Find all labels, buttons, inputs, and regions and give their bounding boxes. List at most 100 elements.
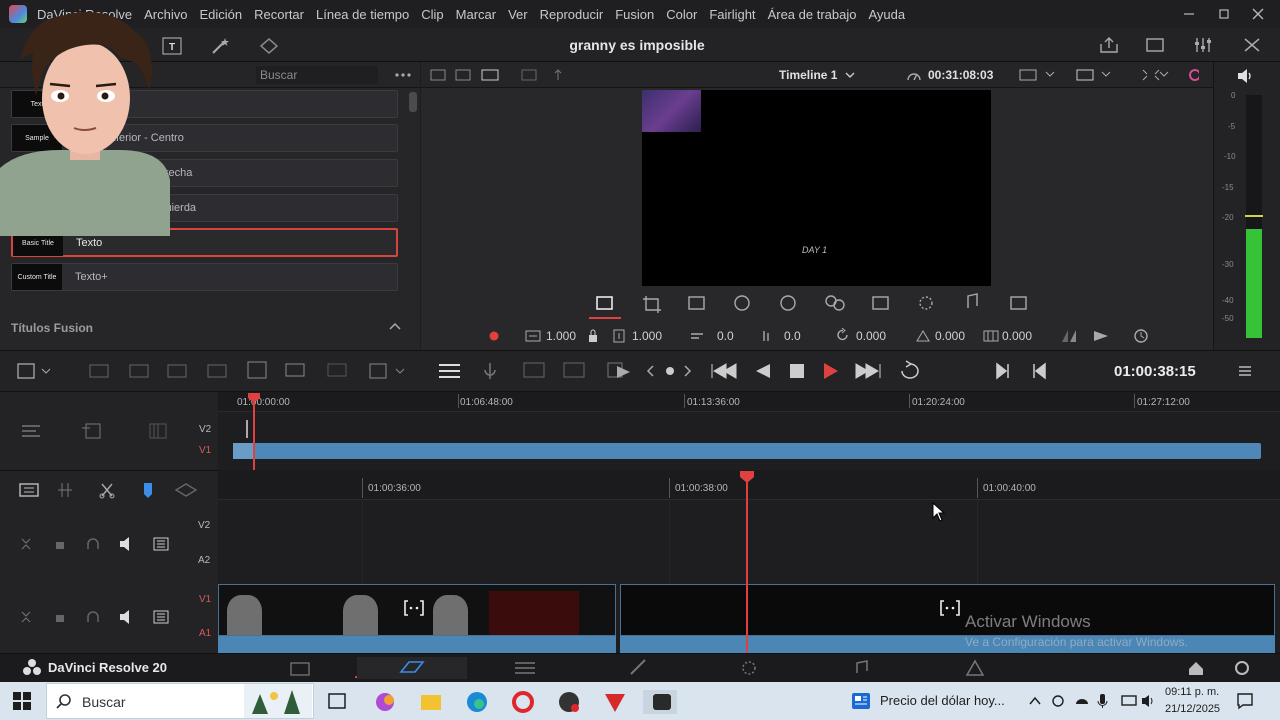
hamburger-menu-icon[interactable] [1237, 364, 1253, 378]
ruler-tick [977, 478, 978, 498]
title-label: Texto [76, 237, 103, 249]
anchor-y-icon [983, 330, 999, 342]
mini-timeline-tools[interactable] [20, 420, 170, 442]
preview-overlay-text: DAY 1 [802, 245, 828, 255]
grid-line [362, 500, 363, 584]
title-item-texto-plus[interactable]: Custom Title Texto+ [11, 263, 398, 291]
speaker-icon[interactable] [1236, 68, 1254, 84]
fusion-titles-section[interactable]: Títulos Fusion [11, 321, 93, 335]
menu-clip[interactable]: Clip [421, 7, 443, 22]
edit-tools[interactable] [14, 360, 414, 382]
news-widget-icon[interactable] [851, 692, 871, 710]
sound-library-icon[interactable] [258, 37, 280, 55]
mini-v1-clip-start[interactable] [233, 443, 253, 459]
menu-edicion[interactable]: Edición [200, 7, 243, 22]
viewer-extra-controls[interactable] [1060, 328, 1160, 344]
track-a2-controls[interactable] [18, 535, 178, 553]
mini-playhead-handle-icon[interactable] [247, 392, 261, 404]
collapse-chevron-icon[interactable] [389, 322, 401, 330]
chevron-down-icon[interactable] [845, 72, 855, 79]
meter-peak [1245, 215, 1263, 217]
zoom-x-value[interactable]: 1.000 [546, 329, 576, 343]
anchor-y-value[interactable]: 0.000 [1002, 329, 1032, 343]
system-tray-icons[interactable] [1028, 692, 1158, 710]
position-y-value[interactable]: 0.0 [784, 329, 801, 343]
preview-webcam-inset [642, 90, 701, 132]
meter-tick: -10 [1224, 152, 1236, 161]
position-y-icon [763, 331, 769, 341]
speedometer-icon [907, 73, 921, 81]
mixer-icon[interactable] [1193, 36, 1213, 54]
menu-recortar[interactable]: Recortar [254, 7, 304, 22]
windows-start-icon[interactable] [13, 692, 31, 710]
playhead[interactable] [746, 476, 748, 653]
timeline-selector[interactable]: Timeline 1 [779, 68, 837, 82]
news-widget[interactable]: Precio del dólar hoy... [880, 693, 1005, 708]
track-a1-controls[interactable] [18, 608, 178, 626]
lock-icon[interactable] [588, 329, 598, 343]
taskbar-clock[interactable]: 09:11 p. m. [1165, 686, 1219, 698]
menu-fairlight[interactable]: Fairlight [709, 7, 755, 22]
zoom-y-value[interactable]: 1.000 [632, 329, 662, 343]
menu-ayuda[interactable]: Ayuda [868, 7, 905, 22]
ruler-tick [362, 478, 363, 498]
menu-marcar[interactable]: Marcar [456, 7, 496, 22]
timeline-tools[interactable] [18, 480, 208, 500]
page-tabs[interactable] [289, 657, 1249, 679]
menu-bar: DaVinci Resolve Archivo Edición Recortar… [0, 0, 1280, 28]
video-clip[interactable] [218, 584, 616, 636]
export-icon[interactable] [1099, 36, 1119, 54]
clip-thumbnail [227, 595, 262, 635]
menu-area-de-trabajo[interactable]: Área de trabajo [768, 7, 857, 22]
menu-fusion[interactable]: Fusion [615, 7, 654, 22]
project-title: granny es imposible [569, 37, 705, 53]
meter-tick: -20 [1222, 213, 1234, 222]
anchor-x-value[interactable]: 0.000 [935, 329, 965, 343]
library-search-input[interactable]: Buscar [256, 66, 378, 84]
mini-v1-clip[interactable] [243, 443, 1261, 459]
record-keyframe-icon[interactable] [487, 331, 501, 341]
viewer-layout-icon[interactable] [430, 68, 570, 82]
clip-thumbnail [343, 595, 378, 635]
library-scrollbar[interactable] [409, 92, 417, 112]
audio-clip[interactable] [218, 636, 616, 653]
mini-ruler[interactable] [218, 392, 1280, 412]
playback-controls[interactable] [436, 360, 1096, 382]
minimize-icon[interactable] [1181, 6, 1197, 22]
menu-ver[interactable]: Ver [508, 7, 528, 22]
title-label: Texto+ [75, 271, 108, 283]
playhead-handle-icon[interactable] [739, 470, 755, 484]
menu-reproducir[interactable]: Reproducir [540, 7, 604, 22]
inspector-icon[interactable] [1242, 36, 1262, 54]
position-x-value[interactable]: 0.0 [717, 329, 734, 343]
effects-wand-icon[interactable] [210, 36, 230, 56]
viewer-options-icons[interactable] [1019, 68, 1199, 82]
menu-linea-de-tiempo[interactable]: Línea de tiempo [316, 7, 409, 22]
taskbar-apps[interactable] [327, 690, 677, 714]
notifications-icon[interactable] [1236, 692, 1254, 710]
more-options-icon[interactable] [394, 69, 412, 81]
taskbar-date[interactable]: 21/12/2025 [1165, 703, 1220, 715]
close-icon[interactable] [1250, 6, 1266, 22]
davinci-logo-icon [23, 659, 41, 675]
taskbar-search-placeholder: Buscar [82, 694, 126, 710]
ruler-label: 01:00:38:00 [675, 483, 728, 494]
track-label-v2: V2 [198, 520, 211, 531]
clip-thumbnail [433, 595, 468, 635]
video-clip[interactable] [620, 584, 1275, 636]
transform-tools[interactable] [421, 290, 1213, 320]
restore-icon[interactable] [1216, 6, 1232, 22]
mini-v2-clip[interactable] [246, 420, 248, 438]
menu-color[interactable]: Color [666, 7, 697, 22]
meter-tick: -30 [1222, 260, 1234, 269]
grid-line [669, 500, 670, 584]
meter-tick: -15 [1222, 183, 1234, 192]
ruler-tick [669, 478, 670, 498]
ruler-tick [684, 394, 685, 408]
fullscreen-icon[interactable] [1145, 36, 1165, 54]
mouse-cursor-icon [932, 502, 946, 522]
rotation-value[interactable]: 0.000 [856, 329, 886, 343]
grid-line [977, 500, 978, 584]
track-label-a2: A2 [198, 555, 211, 566]
mini-playhead[interactable] [253, 398, 255, 470]
